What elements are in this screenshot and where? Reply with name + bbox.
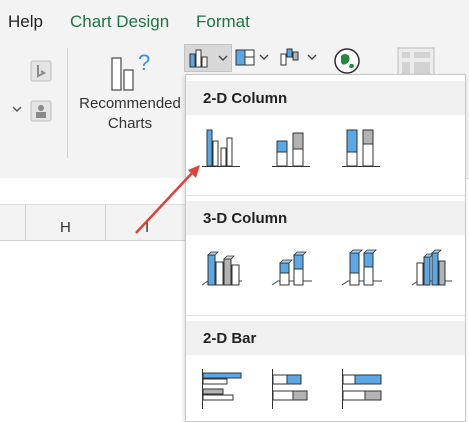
annotation-arrow-icon: [135, 165, 200, 234]
section-2d-bar-header: 2-D Bar: [186, 321, 465, 355]
column-chart-icon: [189, 49, 228, 68]
chevron-down-icon[interactable]: [12, 104, 22, 114]
tab-format[interactable]: Format: [196, 12, 250, 32]
maps-globe-icon[interactable]: [332, 46, 362, 76]
worksheet-grid[interactable]: [0, 241, 185, 422]
section-2d-bar-title: 2-D Bar: [203, 330, 257, 347]
100-percent-stacked-bar-option[interactable]: [338, 365, 386, 413]
3d-clustered-column-option[interactable]: [198, 245, 246, 293]
column-separator: [25, 205, 26, 240]
insert-hierarchy-chart-button[interactable]: [234, 44, 274, 72]
insert-column-chart-button[interactable]: [184, 44, 232, 72]
recommended-charts-label[interactable]: Recommended Charts: [76, 94, 184, 134]
3d-100-percent-stacked-column-option[interactable]: [338, 245, 386, 293]
bing-icon[interactable]: [30, 60, 52, 82]
waterfall-chart-icon: [280, 48, 317, 66]
menu-divider: [186, 315, 465, 316]
stacked-column-option[interactable]: [268, 125, 316, 173]
people-graph-icon[interactable]: [30, 100, 52, 122]
insert-waterfall-chart-button[interactable]: [278, 44, 322, 72]
stacked-bar-option[interactable]: [268, 365, 316, 413]
section-3d-column-header: 3-D Column: [186, 201, 465, 235]
ribbon-tab-bar: Help Chart Design Format: [0, 0, 469, 42]
tab-help[interactable]: Help: [8, 12, 43, 32]
3d-stacked-column-option[interactable]: [268, 245, 316, 293]
3d-column-option[interactable]: [408, 245, 456, 293]
section-2d-column-title: 2-D Column: [203, 90, 288, 107]
section-2d-column-header: 2-D Column: [186, 81, 465, 115]
hierarchy-chart-icon: [235, 49, 269, 66]
100-percent-stacked-column-option[interactable]: [338, 125, 386, 173]
recommended-line2: Charts: [107, 115, 153, 132]
svg-text:?: ?: [138, 50, 150, 75]
column-chart-dropdown-menu: 2-D Column 3-D Column 2-D Bar: [185, 74, 466, 422]
tab-chart-design[interactable]: Chart Design: [70, 12, 169, 32]
menu-divider: [186, 195, 465, 196]
ribbon-separator: [67, 48, 68, 158]
recommended-line1: Recommended: [79, 95, 181, 112]
column-header-h[interactable]: H: [60, 219, 71, 236]
recommended-charts-icon[interactable]: ?: [108, 50, 154, 92]
clustered-bar-option[interactable]: [198, 365, 246, 413]
section-3d-column-title: 3-D Column: [203, 210, 288, 227]
column-separator: [105, 205, 106, 240]
